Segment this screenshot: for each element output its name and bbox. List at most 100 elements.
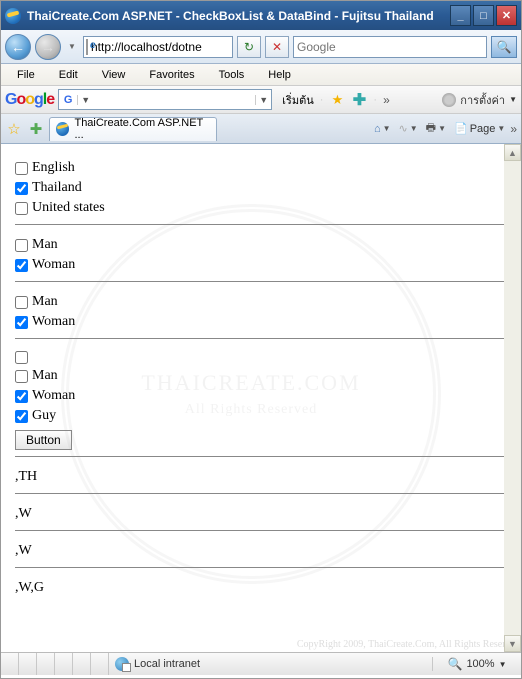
checkbox-group: English Thailand United states <box>15 158 507 218</box>
status-cell <box>19 653 37 675</box>
checkbox-input[interactable] <box>15 182 28 195</box>
google-logo: Google <box>5 91 54 109</box>
chevron-down-icon: ▼ <box>509 95 517 104</box>
home-icon: ⌂ <box>374 123 381 135</box>
browser-tab[interactable]: ThaiCreate.Com ASP.NET ... <box>49 117 217 141</box>
checkbox-row: Woman <box>15 312 507 332</box>
print-icon: 🖶 <box>426 119 436 138</box>
search-input[interactable] <box>297 40 483 54</box>
close-button[interactable]: ✕ <box>496 5 517 26</box>
google-settings-button[interactable]: การตั้งค่า ▼ <box>442 91 517 109</box>
checkbox-input[interactable] <box>15 351 28 364</box>
vertical-scrollbar[interactable]: ▲ ▼ <box>504 144 521 652</box>
checkbox-row: Woman <box>15 386 507 406</box>
nav-history-dropdown[interactable]: ▼ <box>65 34 79 60</box>
checkbox-label: Man <box>32 237 58 253</box>
refresh-button[interactable]: ↻ <box>237 36 261 58</box>
checkbox-input[interactable] <box>15 316 28 329</box>
checkbox-input[interactable] <box>15 370 28 383</box>
zoom-value: 100% <box>466 658 494 670</box>
back-button[interactable]: ← <box>5 34 31 60</box>
divider <box>15 493 507 494</box>
checkbox-group: Man Woman <box>15 235 507 275</box>
tab-bar: ☆ ✚ ThaiCreate.Com ASP.NET ... ⌂▼ ∿▼ 🖶▼ … <box>1 114 521 144</box>
google-start-label[interactable]: เริ่มต้น <box>282 91 314 109</box>
zoom-icon: 🔍 <box>447 657 462 671</box>
status-cell <box>37 653 55 675</box>
scroll-up-button[interactable]: ▲ <box>504 144 521 161</box>
google-search-input[interactable] <box>93 93 255 107</box>
more-chevron-icon[interactable]: » <box>383 93 390 107</box>
bookmark-star-icon[interactable]: ★ <box>329 92 345 108</box>
home-button[interactable]: ⌂▼ <box>371 118 394 140</box>
divider <box>15 224 507 225</box>
menu-file[interactable]: File <box>7 67 45 83</box>
menu-help[interactable]: Help <box>258 67 301 83</box>
checkbox-input[interactable] <box>15 162 28 175</box>
google-combo-right-drop[interactable]: ▼ <box>255 95 271 105</box>
copyright-text: CopyRight 2009, ThaiCreate.Com, All Righ… <box>297 639 515 650</box>
more-chevron-icon[interactable]: » <box>510 122 517 136</box>
window-title: ThaiCreate.Com ASP.NET - CheckBoxList & … <box>27 9 434 23</box>
status-cell <box>55 653 73 675</box>
add-plus-icon[interactable]: ✚ <box>351 92 367 108</box>
page-menu-button[interactable]: 📄Page▼ <box>451 118 508 140</box>
checkbox-row: Man <box>15 235 507 255</box>
status-cell <box>91 653 109 675</box>
google-search-combo[interactable]: G ▼ ▼ <box>58 89 272 110</box>
menu-favorites[interactable]: Favorites <box>139 67 204 83</box>
checkbox-input[interactable] <box>15 296 28 309</box>
scroll-down-button[interactable]: ▼ <box>504 635 521 652</box>
address-input[interactable] <box>91 38 233 56</box>
magnifier-icon: 🔍 <box>497 40 512 54</box>
toolbar-separator: · <box>320 94 324 106</box>
menu-edit[interactable]: Edit <box>49 67 88 83</box>
ie-icon <box>56 122 69 136</box>
checkbox-label: English <box>32 160 75 176</box>
maximize-button[interactable]: □ <box>473 5 494 26</box>
add-favorite-icon[interactable]: ✚ <box>27 120 45 138</box>
tab-title: ThaiCreate.Com ASP.NET ... <box>74 117 210 141</box>
divider <box>15 530 507 531</box>
chevron-down-icon: ▼ <box>499 660 507 669</box>
checkbox-group: Man Woman Guy <box>15 349 507 426</box>
checkbox-row <box>15 349 507 366</box>
forward-button[interactable]: → <box>35 34 61 60</box>
checkbox-row: Thailand <box>15 178 507 198</box>
print-button[interactable]: 🖶▼ <box>423 118 449 140</box>
checkbox-group: ManWoman <box>15 292 507 332</box>
checkbox-label: Man <box>32 368 58 384</box>
stop-button[interactable]: ✕ <box>265 36 289 58</box>
search-box[interactable] <box>293 36 487 58</box>
menu-tools[interactable]: Tools <box>209 67 255 83</box>
divider <box>15 456 507 457</box>
favorites-star-icon[interactable]: ☆ <box>5 120 23 138</box>
wrench-icon <box>442 93 456 107</box>
checkbox-input[interactable] <box>15 410 28 423</box>
google-settings-label: การตั้งค่า <box>460 91 505 109</box>
toolbar-separator: · <box>373 94 377 106</box>
submit-button[interactable]: Button <box>15 430 72 450</box>
checkbox-input[interactable] <box>15 259 28 272</box>
menu-view[interactable]: View <box>92 67 136 83</box>
checkbox-input[interactable] <box>15 239 28 252</box>
checkbox-input[interactable] <box>15 202 28 215</box>
checkbox-label: Guy <box>32 408 56 424</box>
security-zone[interactable]: Local intranet <box>109 657 433 671</box>
result-line: ,W <box>15 504 507 524</box>
checkbox-row: United states <box>15 198 507 218</box>
zoom-control[interactable]: 🔍 100% ▼ <box>433 657 521 671</box>
page-icon: 📄 <box>454 122 468 135</box>
address-bar[interactable]: ▼ <box>83 36 233 58</box>
rss-button[interactable]: ∿▼ <box>396 118 421 140</box>
google-combo-left-drop[interactable]: ▼ <box>77 95 93 105</box>
checkbox-row: Woman <box>15 255 507 275</box>
checkbox-label: Thailand <box>32 180 82 196</box>
zone-label: Local intranet <box>134 658 200 670</box>
ie-icon <box>5 8 21 24</box>
checkbox-label: Woman <box>32 257 75 273</box>
search-button[interactable]: 🔍 <box>491 36 517 58</box>
minimize-button[interactable]: _ <box>450 5 471 26</box>
checkbox-input[interactable] <box>15 390 28 403</box>
page-label: Page <box>470 123 496 135</box>
